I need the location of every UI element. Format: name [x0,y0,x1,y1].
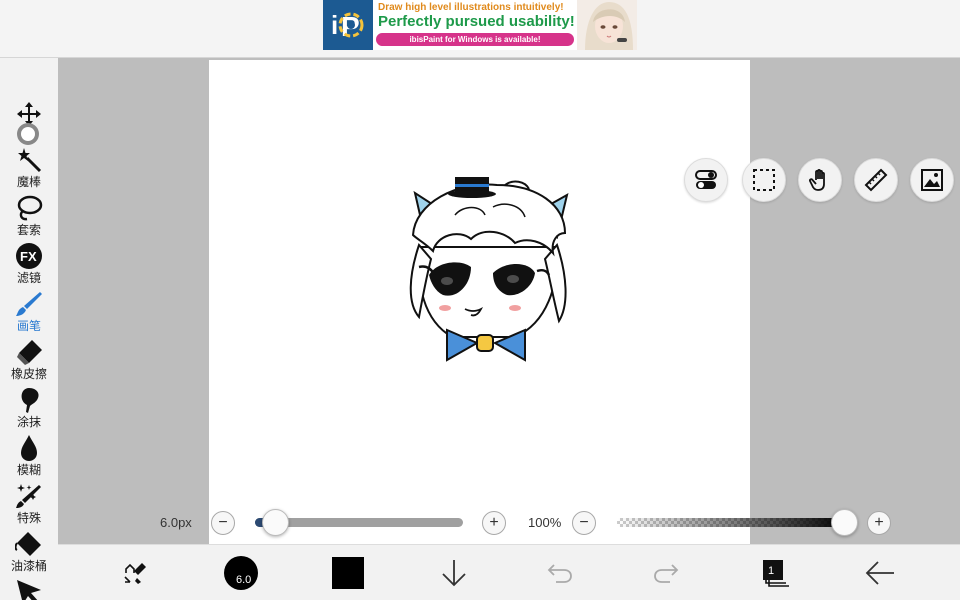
tool-label: 特殊 [16,511,41,525]
tool-sidebar: 魔棒 套索 FX 滤镜 画笔 橡皮擦 涂抹 模糊 特殊 油漆桶 [0,58,58,600]
drawing-canvas[interactable] [209,60,750,544]
tool-blur[interactable]: 模糊 [0,434,58,482]
minus-icon: − [218,514,228,531]
back-arrow-icon [865,561,894,585]
back-button[interactable] [854,545,906,600]
tool-magic-wand[interactable]: 魔棒 [0,146,58,194]
svg-text:i: i [331,10,338,40]
brush-size-label: 6.0px [160,515,192,530]
character-drawing [409,177,569,362]
tool-fill[interactable]: 油漆桶 [0,530,58,578]
image-icon [921,169,943,191]
undo-icon [547,564,572,583]
ad-headline: Draw high level illustrations intuitivel… [378,2,564,13]
bucket-icon [15,532,41,556]
tool-label: 画笔 [16,319,41,333]
ad-cta: ibisPaint for Windows is available! [376,33,574,46]
opacity-knob[interactable] [831,509,858,536]
drop-icon [21,435,37,461]
ruler-button[interactable] [854,158,898,202]
canvas-workspace[interactable] [58,58,960,544]
ad-tagline: Perfectly pursued usability! [378,13,575,30]
size-increase-button[interactable]: + [482,511,506,535]
brush-size-value: 6.0 [236,574,252,586]
download-icon [442,560,466,587]
toggle-icon [695,170,717,189]
swap-tools-icon [124,563,146,584]
plus-icon: + [874,514,884,531]
ruler-icon [864,168,888,192]
tool-label: 涂抹 [16,415,41,429]
color-button[interactable] [322,545,374,600]
brush-size-button[interactable]: 6.0 [218,545,268,600]
opacity-decrease-button[interactable]: − [572,511,596,535]
eraser-icon [17,340,42,365]
brush-icon [16,292,42,316]
magic-wand-icon [18,148,42,173]
bottom-bar: 6.0 1 [58,544,960,600]
opacity-label: 100% [528,515,562,530]
opacity-slider[interactable] [617,518,847,527]
ad-character-image [577,0,637,50]
toggle-button[interactable] [684,158,728,202]
tool-filter[interactable]: FX 滤镜 [0,242,58,290]
tool-label: 橡皮擦 [10,367,47,381]
lasso-icon [17,195,43,221]
layer-count: 1 [767,565,775,577]
size-decrease-button[interactable]: − [211,511,235,535]
color-swatch [332,557,364,589]
tool-label: 魔棒 [16,175,41,189]
minus-icon: − [579,514,589,531]
redo-icon [654,564,679,583]
svg-text:FX: FX [20,249,37,264]
tool-label: 套索 [16,223,41,237]
tool-eraser[interactable]: 橡皮擦 [0,338,58,386]
brush-size-knob[interactable] [262,509,289,536]
layers-button[interactable]: 1 [752,545,800,600]
dashed-selection-icon [753,169,775,191]
download-button[interactable] [430,545,478,600]
undo-button[interactable] [536,545,584,600]
swap-tools-button[interactable] [110,545,166,600]
ad-bar: i P Draw high level illustrations intuit… [0,0,960,58]
sparkle-brush-icon [16,484,41,508]
tool-brush[interactable]: 画笔 [0,290,58,338]
tool-smudge[interactable]: 涂抹 [0,386,58,434]
tool-lasso[interactable]: 套索 [0,194,58,242]
material-button[interactable] [910,158,954,202]
opacity-increase-button[interactable]: + [867,511,891,535]
tool-label: 模糊 [16,463,41,477]
tool-label: 油漆桶 [10,559,47,573]
redo-button[interactable] [642,545,690,600]
hand-button[interactable] [798,158,842,202]
plus-icon: + [489,514,499,531]
fx-icon: FX [16,243,42,269]
tool-label: 滤镜 [16,271,41,285]
hand-icon [809,168,825,191]
pointer-icon [17,580,41,600]
tool-select[interactable] [0,578,58,600]
tool-special[interactable]: 特殊 [0,482,58,530]
smudge-icon [21,388,39,413]
selection-button[interactable] [742,158,786,202]
circle-cursor-icon [17,123,39,145]
ad-banner[interactable]: i P Draw high level illustrations intuit… [323,0,637,50]
ibispaint-logo-icon: i P [323,0,373,50]
